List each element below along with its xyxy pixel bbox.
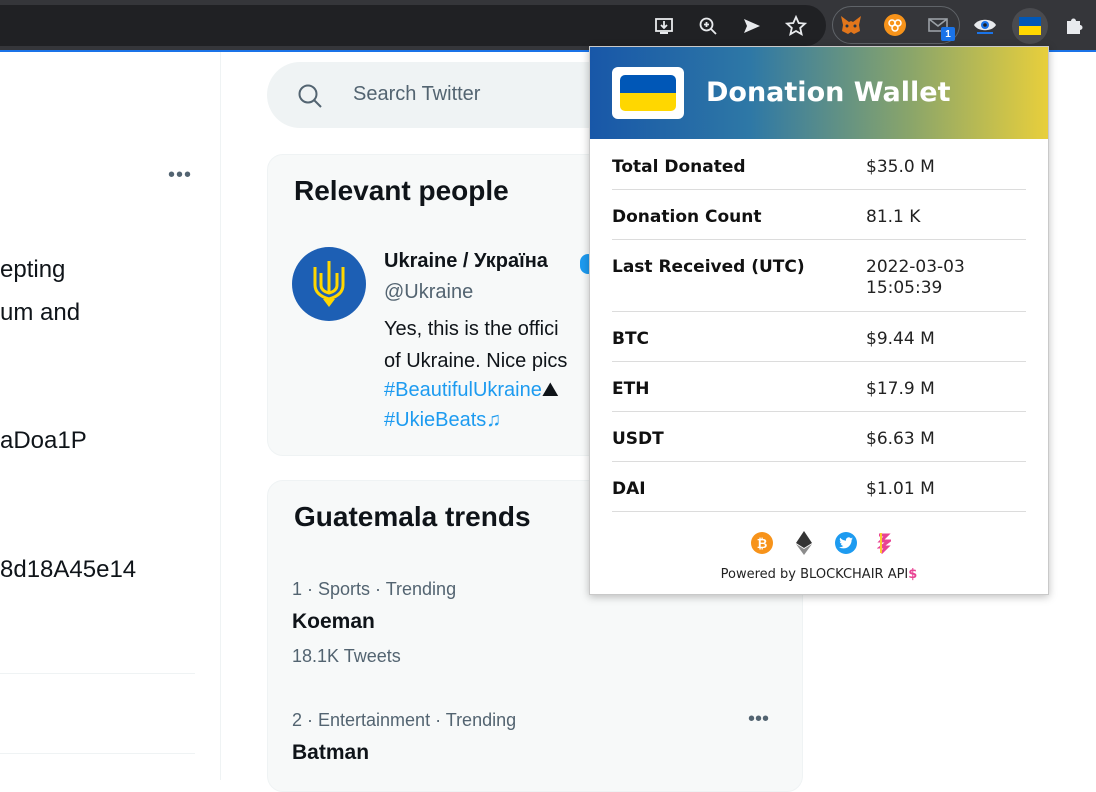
tweet-text-line: 8d18A45e14: [0, 556, 137, 583]
trend-more-button[interactable]: •••: [748, 708, 769, 731]
card-title: Relevant people: [294, 175, 509, 206]
stat-label: BTC: [612, 329, 650, 349]
stat-row: Last Received (UTC) 2022-03-03 15:05:39: [612, 239, 1026, 312]
mountain-emoji: ⛰: [541, 379, 559, 401]
powered-by-label[interactable]: Powered by BLOCKCHAIR API: [721, 567, 909, 582]
send-icon[interactable]: [740, 14, 764, 38]
stat-row: Total Donated $35.0 M: [612, 153, 1026, 190]
bio-line: Yes, this is the offici: [384, 318, 559, 340]
popup-header: Donation Wallet: [590, 47, 1048, 139]
person-handle[interactable]: @Ukraine: [384, 281, 473, 304]
avatar[interactable]: [292, 247, 366, 321]
mail-extension-icon[interactable]: 1: [926, 12, 955, 41]
hashtag-link[interactable]: #BeautifulUkraine: [384, 379, 542, 401]
ethereum-icon[interactable]: [793, 531, 815, 555]
trend-meta: 2 · Entertainment · Trending: [292, 710, 517, 730]
divider: [0, 673, 195, 674]
zoom-icon[interactable]: [696, 14, 720, 38]
hashtag-link[interactable]: #UkieBeats: [384, 409, 486, 431]
stat-row: USDT $6.63 M: [612, 411, 1026, 462]
stat-row: ETH $17.9 M: [612, 361, 1026, 412]
browser-toolbar: 1: [0, 0, 1096, 52]
donation-wallet-popup: Donation Wallet Total Donated $35.0 M Do…: [589, 46, 1049, 595]
stat-row: Donation Count 81.1 K: [612, 189, 1026, 240]
trend-name[interactable]: Batman: [292, 741, 369, 765]
stat-label: ETH: [612, 379, 650, 399]
extension-badge: 1: [941, 27, 955, 41]
card-title: Guatemala trends: [294, 501, 531, 532]
search-input[interactable]: Search Twitter: [353, 83, 480, 106]
stat-label: USDT: [612, 429, 664, 449]
extensions-puzzle-icon[interactable]: [1062, 12, 1088, 38]
ukraine-flag-icon: [612, 67, 684, 119]
powered-by-text: Powered by BLOCKCHAIR API$: [590, 567, 1048, 582]
trend-name[interactable]: Koeman: [292, 610, 375, 634]
stat-label: Donation Count: [612, 207, 762, 227]
stat-label: Total Donated: [612, 157, 746, 177]
more-options-button[interactable]: •••: [168, 164, 192, 187]
stat-label: Last Received (UTC): [612, 257, 805, 277]
main-column: •••: [0, 52, 221, 780]
search-icon: [297, 83, 323, 114]
person-name[interactable]: Ukraine / Україна: [384, 250, 548, 273]
orange-extension-icon[interactable]: [882, 12, 908, 38]
stat-value: $17.9 M: [866, 379, 935, 399]
donation-wallet-extension-icon[interactable]: [1012, 8, 1048, 44]
metamask-icon[interactable]: [838, 12, 864, 38]
bitcoin-icon[interactable]: ₿: [751, 532, 773, 554]
bookmark-star-icon[interactable]: [784, 14, 808, 38]
music-note-emoji: ♫: [486, 409, 502, 431]
stat-value: $6.63 M: [866, 429, 935, 449]
stat-value: 81.1 K: [866, 207, 921, 227]
stat-value: 2022-03-03 15:05:39: [866, 257, 965, 298]
blockchair-icon[interactable]: [873, 532, 895, 555]
tweet-text-line: um and: [0, 299, 81, 326]
blockchair-small-icon: $: [908, 567, 918, 582]
install-app-icon[interactable]: [652, 14, 676, 38]
eye-extension-icon[interactable]: [972, 12, 998, 38]
stat-value: $35.0 M: [866, 157, 935, 177]
tweet-text-line: aDoa1P: [0, 427, 87, 454]
trend-meta: 1 · Sports · Trending: [292, 579, 457, 599]
trend-count: 18.1K Tweets: [292, 646, 401, 666]
popup-title: Donation Wallet: [706, 77, 951, 108]
stat-row: BTC $9.44 M: [612, 311, 1026, 362]
stat-value: $9.44 M: [866, 329, 935, 349]
stat-value: $1.01 M: [866, 479, 935, 499]
stat-row: DAI $1.01 M: [612, 461, 1026, 512]
tweet-text-line: epting: [0, 256, 66, 283]
twitter-icon[interactable]: [835, 532, 857, 554]
bio-line: of Ukraine. Nice pics: [384, 350, 568, 372]
divider: [0, 753, 195, 754]
stat-label: DAI: [612, 479, 646, 499]
